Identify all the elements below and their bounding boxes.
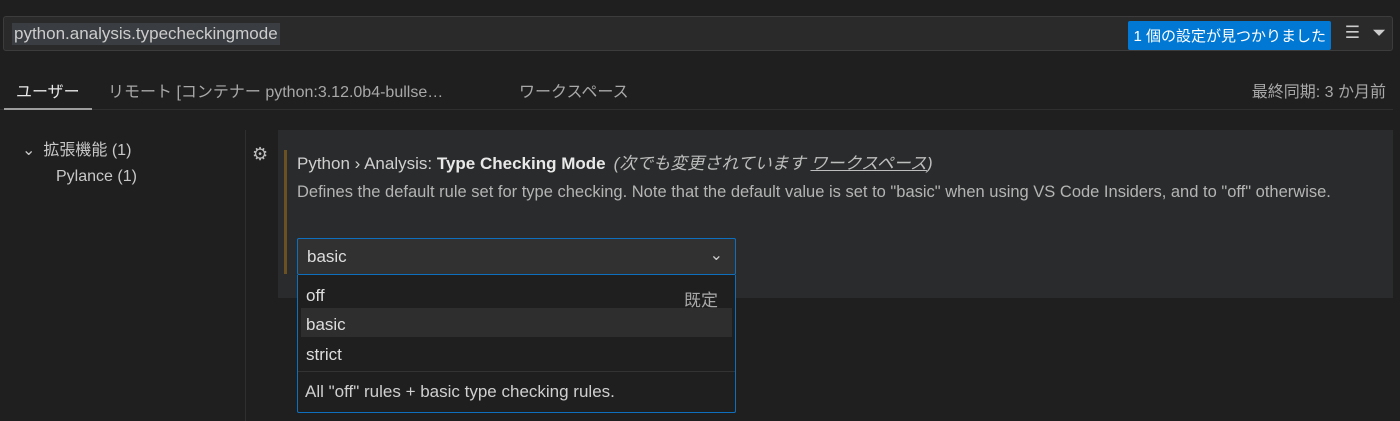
filter-icon[interactable]: ⏷ bbox=[1372, 23, 1386, 43]
modified-indicator bbox=[284, 150, 287, 274]
option-strict[interactable]: strict bbox=[301, 338, 732, 367]
settings-scope-tabs: ユーザー リモート [コンテナー python:3.12.0b4-bullse…… bbox=[0, 70, 1393, 110]
settings-toc: ⌄ 拡張機能 (1) Pylance (1) bbox=[22, 136, 137, 186]
result-count-badge: 1 個の設定が見つかりました bbox=[1128, 21, 1331, 50]
toc-item-extensions[interactable]: ⌄ 拡張機能 (1) bbox=[22, 136, 137, 160]
divider bbox=[298, 371, 735, 372]
setting-title: Python › Analysis: Type Checking Mode (次で… bbox=[297, 154, 933, 173]
settings-search[interactable]: python.analysis.typecheckingmode 1 個の設定が… bbox=[3, 16, 1393, 51]
search-input[interactable]: python.analysis.typecheckingmode bbox=[12, 23, 280, 45]
tab-remote[interactable]: リモート [コンテナー python:3.12.0b4-bullse… bbox=[108, 78, 443, 102]
divider bbox=[245, 130, 246, 421]
chevron-down-icon: ⌄ bbox=[22, 142, 36, 159]
chevron-down-icon: ⌄ bbox=[709, 247, 723, 264]
select-dropdown: off 既定 basic strict All "off" rules + bas… bbox=[297, 275, 736, 413]
option-basic[interactable]: basic bbox=[301, 308, 732, 337]
option-description: All "off" rules + basic type checking ru… bbox=[305, 382, 615, 401]
workspace-link[interactable]: ワークスペース bbox=[810, 154, 926, 173]
last-sync-label: 最終同期: 3 か月前 bbox=[1251, 84, 1386, 101]
tab-user[interactable]: ユーザー bbox=[4, 78, 92, 110]
option-off[interactable]: off 既定 bbox=[301, 279, 732, 310]
toc-item-pylance[interactable]: Pylance (1) bbox=[56, 168, 137, 186]
setting-description: Defines the default rule set for type ch… bbox=[297, 183, 1331, 201]
gear-icon[interactable]: ⚙ bbox=[252, 144, 268, 165]
tab-workspace[interactable]: ワークスペース bbox=[519, 78, 629, 102]
clear-filter-icon[interactable]: ☰ bbox=[1345, 23, 1360, 43]
type-checking-mode-select[interactable]: basic ⌄ bbox=[297, 238, 736, 275]
